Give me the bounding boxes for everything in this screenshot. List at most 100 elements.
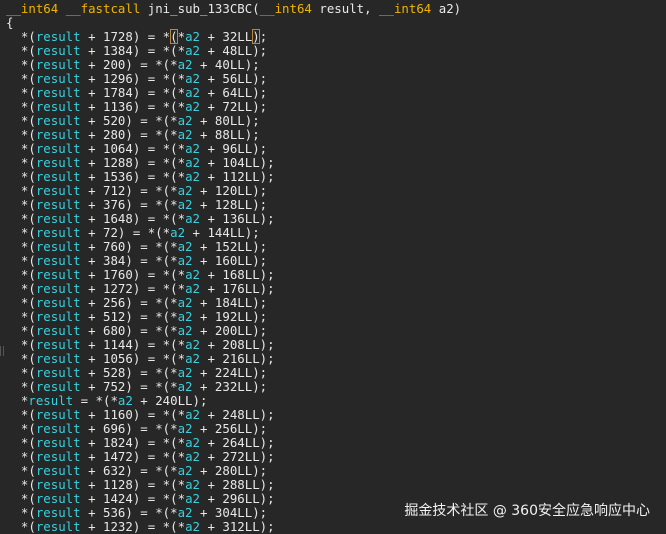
src-variable[interactable]: a2 xyxy=(178,197,193,212)
src-variable[interactable]: a2 xyxy=(178,295,193,310)
code-line[interactable]: *(result + 376) = *(*a2 + 128LL); xyxy=(6,198,666,212)
code-line[interactable]: *(result + 280) = *(*a2 + 88LL); xyxy=(6,128,666,142)
src-variable[interactable]: a2 xyxy=(185,29,200,44)
code-line[interactable]: *(result + 1784) = *(*a2 + 64LL); xyxy=(6,86,666,100)
src-variable[interactable]: a2 xyxy=(185,281,200,296)
src-variable[interactable]: a2 xyxy=(185,519,200,534)
dst-variable[interactable]: result xyxy=(36,239,81,254)
dst-variable[interactable]: result xyxy=(36,43,81,58)
code-line[interactable]: *(result + 680) = *(*a2 + 200LL); xyxy=(6,324,666,338)
pseudocode-view[interactable]: __int64 __fastcall jni_sub_133CBC(__int6… xyxy=(6,2,666,534)
code-line[interactable]: *(result + 696) = *(*a2 + 256LL); xyxy=(6,422,666,436)
src-variable[interactable]: a2 xyxy=(185,435,200,450)
src-variable[interactable]: a2 xyxy=(178,323,193,338)
code-editor[interactable]: __int64 __fastcall jni_sub_133CBC(__int6… xyxy=(0,0,666,534)
code-line[interactable]: *(result + 256) = *(*a2 + 184LL); xyxy=(6,296,666,310)
code-line[interactable]: *(result + 1288) = *(*a2 + 104LL); xyxy=(6,156,666,170)
dst-variable[interactable]: result xyxy=(36,351,81,366)
dst-variable[interactable]: result xyxy=(28,393,73,408)
code-line[interactable]: *(result + 632) = *(*a2 + 280LL); xyxy=(6,464,666,478)
code-line[interactable]: *(result + 528) = *(*a2 + 224LL); xyxy=(6,366,666,380)
src-variable[interactable]: a2 xyxy=(185,491,200,506)
dst-variable[interactable]: result xyxy=(36,519,81,534)
dst-variable[interactable]: result xyxy=(36,113,81,128)
src-variable[interactable]: a2 xyxy=(178,239,193,254)
dst-variable[interactable]: result xyxy=(36,57,81,72)
dst-variable[interactable]: result xyxy=(36,337,81,352)
code-line[interactable]: *(result + 1056) = *(*a2 + 216LL); xyxy=(6,352,666,366)
dst-variable[interactable]: result xyxy=(36,435,81,450)
dst-variable[interactable]: result xyxy=(36,309,81,324)
dst-variable[interactable]: result xyxy=(36,197,81,212)
src-variable[interactable]: a2 xyxy=(185,155,200,170)
src-variable[interactable]: a2 xyxy=(178,183,193,198)
dst-variable[interactable]: result xyxy=(36,99,81,114)
src-variable[interactable]: a2 xyxy=(178,463,193,478)
code-line[interactable]: *(result + 752) = *(*a2 + 232LL); xyxy=(6,380,666,394)
src-variable[interactable]: a2 xyxy=(185,43,200,58)
code-line[interactable]: *(result + 1272) = *(*a2 + 176LL); xyxy=(6,282,666,296)
code-line[interactable]: *(result + 1296) = *(*a2 + 56LL); xyxy=(6,72,666,86)
dst-variable[interactable]: result xyxy=(36,253,81,268)
code-line[interactable]: *(result + 1128) = *(*a2 + 288LL); xyxy=(6,478,666,492)
param2-name[interactable]: a2 xyxy=(439,1,454,16)
code-line[interactable]: *(result + 512) = *(*a2 + 192LL); xyxy=(6,310,666,324)
dst-variable[interactable]: result xyxy=(36,407,81,422)
dst-variable[interactable]: result xyxy=(36,281,81,296)
dst-variable[interactable]: result xyxy=(36,155,81,170)
code-line[interactable]: *(result + 1760) = *(*a2 + 168LL); xyxy=(6,268,666,282)
src-variable[interactable]: a2 xyxy=(185,211,200,226)
dst-variable[interactable]: result xyxy=(36,225,81,240)
code-line[interactable]: *(result + 1064) = *(*a2 + 96LL); xyxy=(6,142,666,156)
src-variable[interactable]: a2 xyxy=(178,505,193,520)
code-line[interactable]: *(result + 1824) = *(*a2 + 264LL); xyxy=(6,436,666,450)
code-line[interactable]: *(result + 520) = *(*a2 + 80LL); xyxy=(6,114,666,128)
code-line[interactable]: *(result + 1160) = *(*a2 + 248LL); xyxy=(6,408,666,422)
dst-variable[interactable]: result xyxy=(36,85,81,100)
src-variable[interactable]: a2 xyxy=(185,449,200,464)
src-variable[interactable]: a2 xyxy=(118,393,133,408)
src-variable[interactable]: a2 xyxy=(178,421,193,436)
dst-variable[interactable]: result xyxy=(36,421,81,436)
src-variable[interactable]: a2 xyxy=(185,141,200,156)
src-variable[interactable]: a2 xyxy=(178,379,193,394)
code-line[interactable]: *(result + 1144) = *(*a2 + 208LL); xyxy=(6,338,666,352)
dst-variable[interactable]: result xyxy=(36,365,81,380)
dst-variable[interactable]: result xyxy=(36,29,81,44)
code-line[interactable]: *(result + 712) = *(*a2 + 120LL); xyxy=(6,184,666,198)
dst-variable[interactable]: result xyxy=(36,379,81,394)
code-line[interactable]: *(result + 384) = *(*a2 + 160LL); xyxy=(6,254,666,268)
src-variable[interactable]: a2 xyxy=(178,253,193,268)
code-line[interactable]: *(result + 1232) = *(*a2 + 312LL); xyxy=(6,520,666,534)
dst-variable[interactable]: result xyxy=(36,71,81,86)
dst-variable[interactable]: result xyxy=(36,169,81,184)
code-line[interactable]: *(result + 1536) = *(*a2 + 112LL); xyxy=(6,170,666,184)
code-line[interactable]: *(result + 72) = *(*a2 + 144LL); xyxy=(6,226,666,240)
src-variable[interactable]: a2 xyxy=(178,365,193,380)
param1-name[interactable]: result xyxy=(319,1,364,16)
code-line[interactable]: *(result + 760) = *(*a2 + 152LL); xyxy=(6,240,666,254)
code-line[interactable]: *(result + 1728) = *(*a2 + 32LL); xyxy=(6,29,666,44)
dst-variable[interactable]: result xyxy=(36,449,81,464)
dst-variable[interactable]: result xyxy=(36,267,81,282)
dst-variable[interactable]: result xyxy=(36,477,81,492)
dst-variable[interactable]: result xyxy=(36,463,81,478)
dst-variable[interactable]: result xyxy=(36,295,81,310)
src-variable[interactable]: a2 xyxy=(185,337,200,352)
src-variable[interactable]: a2 xyxy=(185,267,200,282)
src-variable[interactable]: a2 xyxy=(170,225,185,240)
code-line[interactable]: *(result + 1136) = *(*a2 + 72LL); xyxy=(6,100,666,114)
code-line[interactable]: *(result + 1648) = *(*a2 + 136LL); xyxy=(6,212,666,226)
function-signature[interactable]: __int64 __fastcall jni_sub_133CBC(__int6… xyxy=(6,2,666,16)
code-line[interactable]: *result = *(*a2 + 240LL); xyxy=(6,394,666,408)
dst-variable[interactable]: result xyxy=(36,183,81,198)
dst-variable[interactable]: result xyxy=(36,491,81,506)
src-variable[interactable]: a2 xyxy=(178,309,193,324)
src-variable[interactable]: a2 xyxy=(185,99,200,114)
dst-variable[interactable]: result xyxy=(36,127,81,142)
src-variable[interactable]: a2 xyxy=(178,57,193,72)
src-variable[interactable]: a2 xyxy=(185,71,200,86)
dst-variable[interactable]: result xyxy=(36,505,81,520)
dst-variable[interactable]: result xyxy=(36,323,81,338)
src-variable[interactable]: a2 xyxy=(185,477,200,492)
